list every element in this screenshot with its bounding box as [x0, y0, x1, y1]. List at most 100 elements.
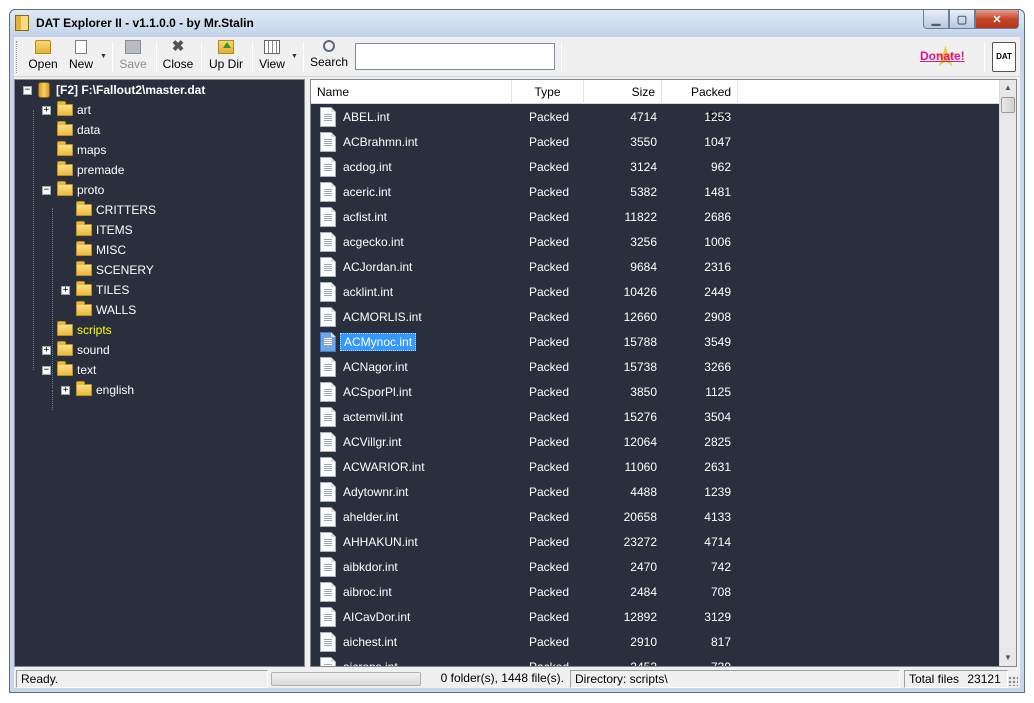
table-row[interactable]: acgecko.int Packed 3256 1006 [311, 230, 1005, 255]
close-button[interactable]: ✖ Close [161, 39, 195, 73]
tree-item-scenery[interactable]: SCENERY [61, 261, 154, 279]
table-row[interactable]: aichest.int Packed 2910 817 [311, 630, 1005, 655]
tree-item-premade[interactable]: premade [42, 161, 124, 179]
new-dropdown-arrow[interactable]: ▼ [100, 53, 107, 60]
file-packed-size: 1006 [704, 235, 731, 249]
scroll-down-arrow-icon[interactable]: ▼ [1000, 650, 1016, 666]
table-row[interactable]: actemvil.int Packed 15276 3504 [311, 405, 1005, 430]
tree-item-misc[interactable]: MISC [61, 241, 126, 259]
file-type: Packed [529, 335, 570, 349]
table-row[interactable]: ACMynoc.int Packed 15788 3549 [311, 330, 1005, 355]
table-row[interactable]: acdog.int Packed 3124 962 [311, 155, 1005, 180]
close-window-button[interactable]: ✕ [975, 10, 1019, 29]
file-icon [320, 532, 336, 552]
table-row[interactable]: aceric.int Packed 5382 1481 [311, 180, 1005, 205]
file-icon [320, 482, 336, 502]
file-packed-size: 4714 [704, 535, 731, 549]
file-type: Packed [529, 135, 570, 149]
tree-item-english[interactable]: + english [61, 381, 134, 399]
toolbar-separator [112, 42, 113, 72]
column-header-size[interactable]: Size [584, 80, 662, 104]
open-button[interactable]: Open [26, 39, 60, 73]
collapse-icon[interactable]: − [23, 85, 32, 95]
vertical-scrollbar[interactable]: ▲ ▼ [999, 80, 1016, 666]
table-row[interactable]: Adytownr.int Packed 4488 1239 [311, 480, 1005, 505]
expand-icon[interactable]: + [42, 105, 51, 115]
view-button[interactable]: View [257, 39, 287, 73]
table-row[interactable]: ABEL.int Packed 4714 1253 [311, 105, 1005, 130]
maximize-button[interactable]: ▢ [949, 10, 975, 29]
tree-item-data[interactable]: data [42, 121, 100, 139]
table-row[interactable]: ahelder.int Packed 20658 4133 [311, 505, 1005, 530]
scroll-up-arrow-icon[interactable]: ▲ [1000, 80, 1016, 96]
title-bar[interactable]: DAT Explorer II - v1.1.0.0 - by Mr.Stali… [10, 10, 1024, 37]
file-size: 3124 [630, 160, 657, 174]
tree-item-proto[interactable]: − proto [42, 181, 104, 199]
table-row[interactable]: acklint.int Packed 10426 2449 [311, 280, 1005, 305]
folder-tree[interactable]: − [F2] F:\Fallout2\master.dat + art data… [14, 79, 305, 667]
tree-root[interactable]: − [F2] F:\Fallout2\master.dat [23, 81, 205, 99]
open-folder-icon [57, 321, 73, 336]
column-header-packed-size[interactable]: Packed Size [662, 80, 738, 123]
view-dropdown-arrow[interactable]: ▼ [291, 53, 298, 60]
collapse-icon[interactable]: − [42, 365, 51, 375]
file-name: ACVillgr.int [343, 435, 402, 449]
dat-file-icon[interactable]: DAT [992, 42, 1016, 72]
expand-icon[interactable]: + [61, 285, 70, 295]
tree-item-items[interactable]: ITEMS [61, 221, 133, 239]
expand-icon[interactable]: + [61, 385, 70, 395]
tree-item-scripts[interactable]: scripts [42, 321, 112, 339]
column-header-type[interactable]: Type [512, 80, 584, 104]
table-row[interactable]: ACJordan.int Packed 9684 2316 [311, 255, 1005, 280]
table-row[interactable]: acfist.int Packed 11822 2686 [311, 205, 1005, 230]
toolbar-grip[interactable] [16, 41, 19, 73]
table-row[interactable]: ACMORLIS.int Packed 12660 2908 [311, 305, 1005, 330]
search-button[interactable]: Search [309, 39, 349, 73]
collapse-icon[interactable]: − [42, 185, 51, 195]
table-row[interactable]: AHHAKUN.int Packed 23272 4714 [311, 530, 1005, 555]
file-size: 2484 [630, 585, 657, 599]
donate-link[interactable]: Donate! [920, 49, 965, 63]
toolbar-separator [156, 42, 157, 72]
table-row[interactable]: ACBrahmn.int Packed 3550 1047 [311, 130, 1005, 155]
file-packed-size: 708 [710, 585, 731, 599]
file-name: Adytownr.int [343, 485, 409, 499]
table-row[interactable]: AICavDor.int Packed 12892 3129 [311, 605, 1005, 630]
search-input[interactable] [355, 43, 555, 70]
tree-label: scripts [77, 323, 112, 337]
save-button[interactable]: Save [118, 39, 148, 73]
table-row[interactable]: ACVillgr.int Packed 12064 2825 [311, 430, 1005, 455]
table-row[interactable]: ACNagor.int Packed 15738 3266 [311, 355, 1005, 380]
client-area: Open New ▼ Save ✖ Close Up Dir View ▼ Se… [14, 37, 1020, 688]
search-label: Search [309, 55, 349, 69]
scroll-thumb[interactable] [1001, 97, 1015, 113]
file-name: aicrops.int [343, 660, 398, 667]
resize-grip[interactable] [1008, 676, 1018, 686]
expand-icon[interactable]: + [42, 345, 51, 355]
tree-item-critters[interactable]: CRITTERS [61, 201, 156, 219]
file-icon [320, 657, 336, 666]
new-button[interactable]: New [66, 39, 96, 73]
tree-item-art[interactable]: + art [42, 101, 91, 119]
table-row[interactable]: aicrops.int Packed 2452 739 [311, 655, 1005, 667]
tree-item-walls[interactable]: WALLS [61, 301, 136, 319]
table-row[interactable]: ACSporPl.int Packed 3850 1125 [311, 380, 1005, 405]
table-row[interactable]: aibroc.int Packed 2484 708 [311, 580, 1005, 605]
column-header-name[interactable]: Name [311, 80, 512, 104]
tree-item-tiles[interactable]: + TILES [61, 281, 129, 299]
folder-icon [76, 281, 92, 296]
table-row[interactable]: ACWARIOR.int Packed 11060 2631 [311, 455, 1005, 480]
table-row[interactable]: aibkdor.int Packed 2470 742 [311, 555, 1005, 580]
file-list[interactable]: Name Type Size Packed Size ABEL.int Packe… [310, 79, 1017, 667]
updir-button[interactable]: Up Dir [206, 39, 246, 73]
tree-item-text[interactable]: − text [42, 361, 96, 379]
file-packed-size: 739 [710, 660, 731, 667]
tree-item-maps[interactable]: maps [42, 141, 106, 159]
minimize-button[interactable]: ▁ [923, 10, 949, 29]
folder-icon [76, 241, 92, 256]
list-header: Name Type Size Packed Size [311, 80, 1005, 123]
tree-item-sound[interactable]: + sound [42, 341, 110, 359]
